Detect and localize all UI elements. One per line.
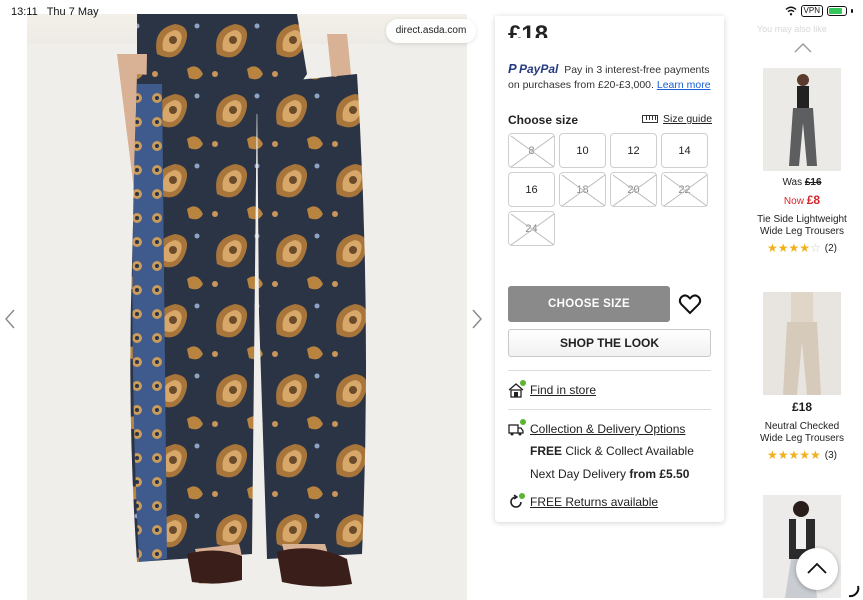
product-price: £18 <box>791 400 813 414</box>
product-image[interactable] <box>27 14 467 600</box>
product-card[interactable]: £18 Neutral Checked Wide Leg Trousers ★★… <box>760 292 844 462</box>
click-collect-line: FREE Click & Collect Available <box>530 444 694 458</box>
status-bar: 13:11 Thu 7 May VPN <box>0 0 863 24</box>
paypal-banner: P PayPal Pay in 3 interest-free payments … <box>508 61 718 93</box>
collection-delivery-link[interactable]: Collection & Delivery Options <box>530 422 685 436</box>
find-in-store-row[interactable]: Find in store <box>508 380 596 398</box>
gallery-prev-button[interactable] <box>0 307 20 337</box>
find-in-store-link[interactable]: Find in store <box>530 383 596 397</box>
returns-icon <box>508 493 525 510</box>
store-icon <box>508 380 526 398</box>
size-option[interactable]: 22 <box>661 172 708 207</box>
product-card[interactable]: Was £16 Now £8 Tie Side Lightweight Wide… <box>757 68 847 255</box>
loading-spinner-icon <box>848 585 860 598</box>
size-grid: 8 10 12 14 16 18 20 22 24 <box>508 133 712 246</box>
wishlist-button[interactable] <box>678 292 702 316</box>
paypal-learn-more-link[interactable]: Learn more <box>657 79 711 91</box>
shop-the-look-button[interactable]: SHOP THE LOOK <box>508 329 711 357</box>
product-thumbnail[interactable] <box>763 292 841 395</box>
status-dot <box>519 493 525 499</box>
chevron-up-icon <box>794 43 812 53</box>
recommendations-column: You may also like Was £16 Now £8 Tie Sid… <box>745 0 863 600</box>
product-gallery <box>0 0 495 600</box>
size-option[interactable]: 18 <box>559 172 606 207</box>
size-option[interactable]: 16 <box>508 172 555 207</box>
product-name[interactable]: Tie Side Lightweight Wide Leg Trousers <box>752 214 852 238</box>
size-guide-label: Size guide <box>663 113 713 125</box>
status-dot <box>520 419 526 425</box>
unavailable-cross <box>510 135 555 168</box>
size-option[interactable]: 24 <box>508 211 555 246</box>
scroll-to-top-button[interactable] <box>796 548 838 590</box>
unavailable-cross <box>663 174 708 207</box>
star-rating-icon: ★★★★☆ <box>766 241 821 255</box>
product-name[interactable]: Neutral Checked Wide Leg Trousers <box>752 421 852 445</box>
review-count: (2) <box>824 242 838 254</box>
unavailable-cross <box>612 174 657 207</box>
recommendations-up-button[interactable] <box>793 41 813 55</box>
review-count: (3) <box>824 449 838 461</box>
unavailable-cross <box>510 213 555 246</box>
rating: ★★★★★ (3) <box>763 448 841 462</box>
chevron-up-icon <box>807 562 827 574</box>
chevron-left-icon <box>5 309 15 329</box>
size-option[interactable]: 20 <box>610 172 657 207</box>
status-icons: VPN <box>785 5 853 17</box>
vpn-badge: VPN <box>800 5 823 17</box>
divider <box>508 409 711 410</box>
rating: ★★★★☆ (2) <box>763 241 841 255</box>
size-guide-link[interactable]: Size guide <box>642 113 712 125</box>
paypal-logo: PayPal <box>519 62 559 76</box>
ruler-icon <box>642 115 658 123</box>
returns-row[interactable]: FREE Returns available <box>508 493 658 510</box>
divider <box>508 370 711 371</box>
status-dot <box>520 380 526 386</box>
size-option[interactable]: 14 <box>661 133 708 168</box>
size-option[interactable]: 10 <box>559 133 606 168</box>
next-day-line: Next Day Delivery from £5.50 <box>530 467 690 481</box>
unavailable-cross <box>561 174 606 207</box>
recommendations-heading: You may also like <box>757 24 827 34</box>
now-price: Now £8 <box>783 193 821 207</box>
product-panel: £18 P PayPal Pay in 3 interest-free payme… <box>495 16 724 522</box>
wifi-icon <box>785 6 797 16</box>
trousers-illustration <box>117 14 366 587</box>
delivery-icon <box>508 419 526 437</box>
heart-icon <box>678 294 702 315</box>
product-thumbnail[interactable] <box>763 68 841 171</box>
collection-row[interactable]: Collection & Delivery Options <box>508 419 685 437</box>
gallery-next-button[interactable] <box>467 307 487 337</box>
star-rating-icon: ★★★★★ <box>766 448 821 462</box>
choose-size-button[interactable]: CHOOSE SIZE <box>508 286 670 322</box>
status-time: 13:11 Thu 7 May <box>11 6 99 18</box>
was-price: Was £16 <box>782 177 822 188</box>
size-option[interactable]: 8 <box>508 133 555 168</box>
returns-link[interactable]: FREE Returns available <box>530 495 658 509</box>
battery-tip <box>851 9 853 13</box>
paypal-icon: P <box>508 61 517 76</box>
size-heading: Choose size <box>508 113 579 127</box>
page: 13:11 Thu 7 May VPN direct.asda.com £18 … <box>0 0 863 600</box>
battery-icon <box>827 6 847 16</box>
size-option[interactable]: 12 <box>610 133 657 168</box>
chevron-right-icon <box>472 309 482 329</box>
